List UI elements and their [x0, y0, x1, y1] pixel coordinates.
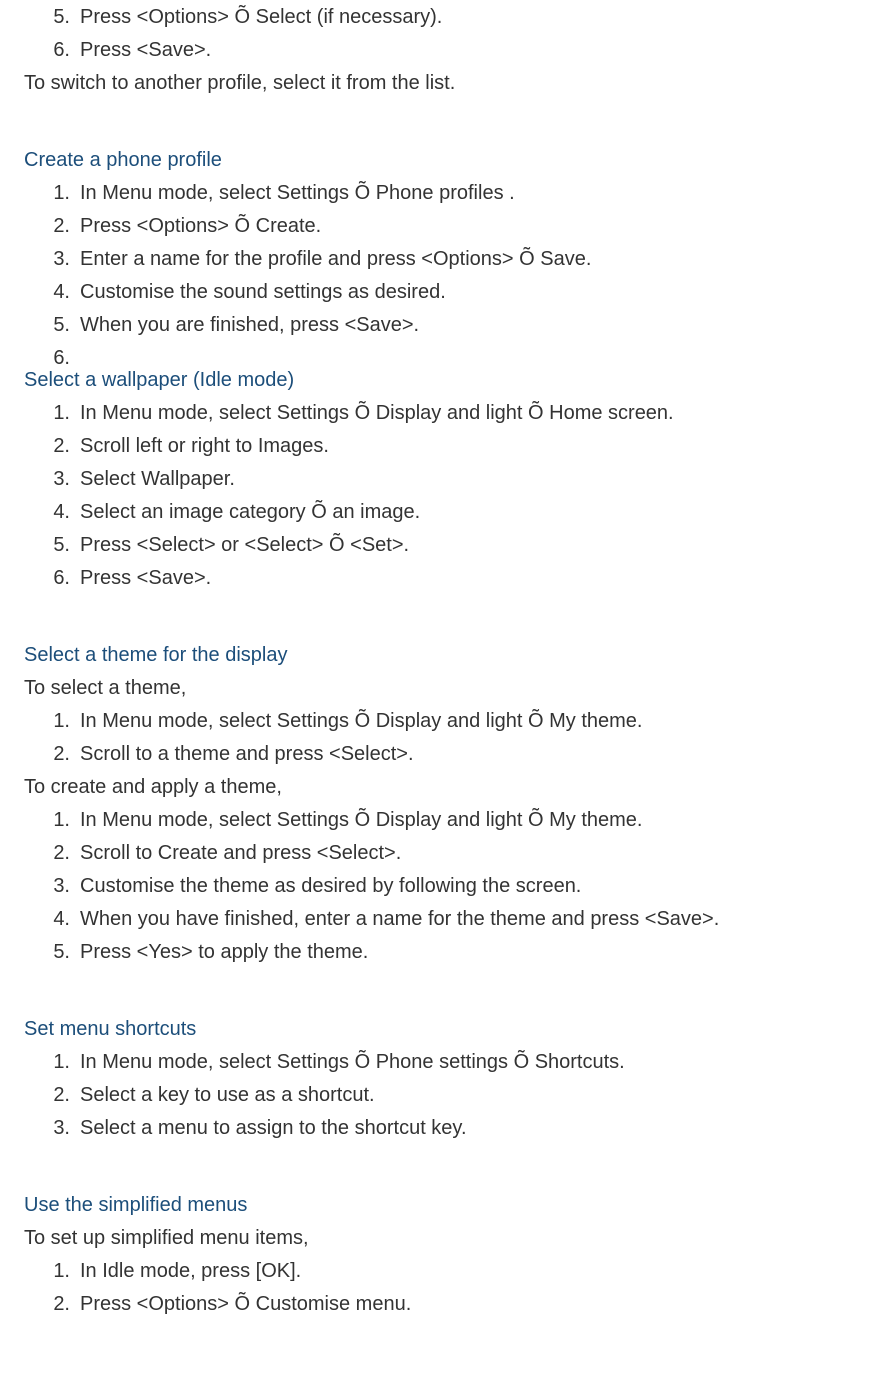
list-item: 1. In Menu mode, select Settings Õ Displa… [24, 398, 856, 429]
item-text: When you have finished, enter a name for… [80, 908, 719, 930]
item-number: 1. [42, 1256, 70, 1287]
list-item: 5. Press <Options> Õ Select (if necessary… [24, 2, 856, 33]
item-number: 4. [42, 904, 70, 935]
intro-paragraph: To switch to another profile, select it … [24, 68, 856, 99]
item-number: 3. [42, 1113, 70, 1144]
item-number: 5. [42, 530, 70, 561]
item-text: Select a menu to assign to the shortcut … [80, 1117, 467, 1139]
item-text: Press <Options> Õ Select (if necessary). [80, 6, 442, 28]
item-text: In Menu mode, select Settings Õ Display … [80, 402, 674, 424]
list-item: 4. When you have finished, enter a name f… [24, 904, 856, 935]
item-text: Press <Options> Õ Create. [80, 215, 321, 237]
list-item: 1. In Idle mode, press [OK]. [24, 1256, 856, 1287]
item-number: 1. [42, 178, 70, 209]
spacer [24, 101, 856, 121]
item-text: Press <Save>. [80, 567, 211, 589]
item-text: Scroll to a theme and press <Select>. [80, 743, 414, 765]
section-heading: Select a theme for the display [24, 640, 856, 671]
item-text: In Menu mode, select Settings Õ Display … [80, 809, 642, 831]
item-text: Press <Options> Õ Customise menu. [80, 1293, 411, 1315]
list-item: 1. In Menu mode, select Settings Õ Displa… [24, 706, 856, 737]
section-paragraph: To create and apply a theme, [24, 772, 856, 803]
item-number: 2. [42, 739, 70, 770]
document-body: 5. Press <Options> Õ Select (if necessary… [24, 2, 856, 1320]
section-list: 1. In Menu mode, select Settings Õ Phone … [24, 1047, 856, 1144]
section-heading: Use the simplified menus [24, 1190, 856, 1221]
item-number: 2. [42, 211, 70, 242]
section-list: 1. In Menu mode, select Settings Õ Displa… [24, 805, 856, 968]
item-number: 2. [42, 1289, 70, 1320]
section-heading: Select a wallpaper (Idle mode) [24, 365, 856, 396]
list-item: 3. Select Wallpaper. [24, 464, 856, 495]
list-item: 1. In Menu mode, select Settings Õ Phone … [24, 178, 856, 209]
list-item: 1. In Menu mode, select Settings Õ Phone … [24, 1047, 856, 1078]
spacer [24, 970, 856, 990]
item-number: 6. [42, 35, 70, 66]
list-item: 2. Scroll to Create and press <Select>. [24, 838, 856, 869]
item-number: 3. [42, 871, 70, 902]
section-list: 1. In Menu mode, select Settings Õ Displa… [24, 706, 856, 770]
item-text: Press <Save>. [80, 39, 211, 61]
list-item: 3. Enter a name for the profile and press… [24, 244, 856, 275]
list-item: 2. Select a key to use as a shortcut. [24, 1080, 856, 1111]
item-text: Customise the theme as desired by follow… [80, 875, 581, 897]
item-number: 4. [42, 497, 70, 528]
item-text: Press <Yes> to apply the theme. [80, 941, 368, 963]
section-heading: Set menu shortcuts [24, 1014, 856, 1045]
list-item: 1. In Menu mode, select Settings Õ Displa… [24, 805, 856, 836]
list-item: 3. Select a menu to assign to the shortcu… [24, 1113, 856, 1144]
item-text: Select Wallpaper. [80, 468, 235, 490]
section-heading: Create a phone profile [24, 145, 856, 176]
item-number: 2. [42, 838, 70, 869]
intro-list: 5. Press <Options> Õ Select (if necessary… [24, 2, 856, 66]
section-paragraph: To set up simplified menu items, [24, 1223, 856, 1254]
item-number: 4. [42, 277, 70, 308]
list-item: 4. Customise the sound settings as desire… [24, 277, 856, 308]
item-number: 5. [42, 310, 70, 341]
item-number: 6. [42, 343, 70, 374]
item-text: Select an image category Õ an image. [80, 501, 420, 523]
item-text: In Menu mode, select Settings Õ Display … [80, 710, 642, 732]
list-item: 2. Scroll left or right to Images. [24, 431, 856, 462]
item-number: 1. [42, 706, 70, 737]
list-item: 3. Customise the theme as desired by foll… [24, 871, 856, 902]
list-item: 4. Select an image category Õ an image. [24, 497, 856, 528]
list-item: 2. Press <Options> Õ Customise menu. [24, 1289, 856, 1320]
section-list: 1. In Menu mode, select Settings Õ Displa… [24, 398, 856, 594]
spacer [24, 596, 856, 616]
section-list: 1. In Idle mode, press [OK]. 2. Press <Opti… [24, 1256, 856, 1320]
item-text: Customise the sound settings as desired. [80, 281, 446, 303]
item-text: Press <Select> or <Select> Õ <Set>. [80, 534, 409, 556]
item-text: In Menu mode, select Settings Õ Phone se… [80, 1051, 625, 1073]
item-number: 1. [42, 1047, 70, 1078]
section-paragraph: To select a theme, [24, 673, 856, 704]
item-text: Scroll to Create and press <Select>. [80, 842, 401, 864]
list-item: 5. Press <Yes> to apply the theme. [24, 937, 856, 968]
list-item: 5. When you are finished, press <Save>. [24, 310, 856, 341]
item-number: 6. [42, 563, 70, 594]
item-text: When you are finished, press <Save>. [80, 314, 419, 336]
list-item: 6. Press <Save>. [24, 563, 856, 594]
item-number: 3. [42, 244, 70, 275]
item-number: 5. [42, 2, 70, 33]
item-number: 1. [42, 805, 70, 836]
item-text: Select a key to use as a shortcut. [80, 1084, 375, 1106]
list-item: 5. Press <Select> or <Select> Õ <Set>. [24, 530, 856, 561]
list-item: 6. Press <Save>. [24, 35, 856, 66]
item-number: 2. [42, 431, 70, 462]
item-text: In Menu mode, select Settings Õ Phone pr… [80, 182, 515, 204]
item-number: 3. [42, 464, 70, 495]
item-number: 2. [42, 1080, 70, 1111]
spacer [24, 1146, 856, 1166]
item-text: Scroll left or right to Images. [80, 435, 329, 457]
section-list: 1. In Menu mode, select Settings Õ Phone … [24, 178, 856, 341]
item-number: 1. [42, 398, 70, 429]
item-text: Enter a name for the profile and press <… [80, 248, 591, 270]
item-text: In Idle mode, press [OK]. [80, 1260, 301, 1282]
list-item: 2. Scroll to a theme and press <Select>. [24, 739, 856, 770]
item-number: 5. [42, 937, 70, 968]
list-item: 2. Press <Options> Õ Create. [24, 211, 856, 242]
